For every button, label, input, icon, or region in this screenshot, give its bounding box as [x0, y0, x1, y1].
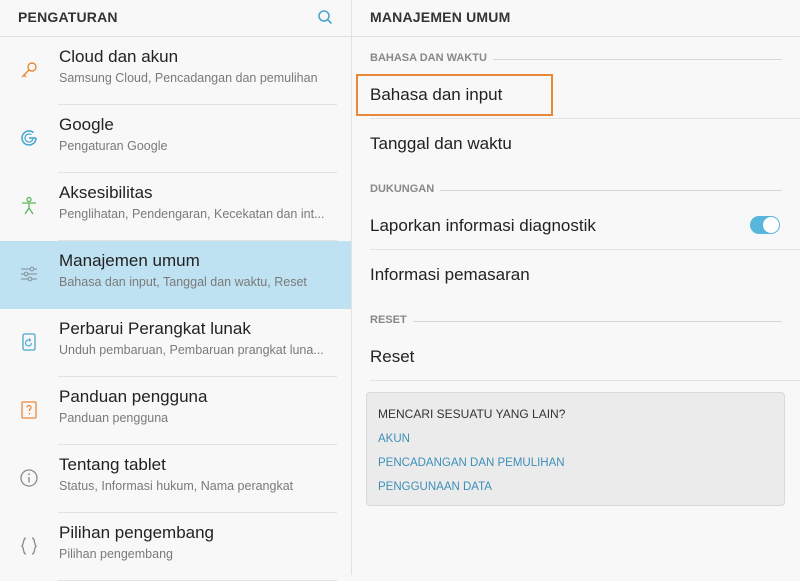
settings-menu-list: Cloud dan akun Samsung Cloud, Pencadanga… — [0, 37, 351, 581]
section-label: RESET — [370, 314, 413, 326]
settings-header: PENGATURAN — [0, 0, 351, 37]
key-icon — [21, 62, 37, 78]
search-icon[interactable] — [314, 6, 336, 28]
language-input-item[interactable]: Bahasa dan input — [370, 71, 800, 119]
menu-item-general-management[interactable]: Manajemen umum Bahasa dan input, Tanggal… — [0, 241, 351, 309]
report-diagnostic-item[interactable]: Laporkan informasi diagnostik — [370, 202, 800, 250]
info-icon — [20, 469, 38, 487]
menu-item-user-guide[interactable]: Panduan pengguna Panduan pengguna — [0, 377, 351, 445]
menu-item-label: Google — [59, 115, 114, 134]
settings-menu-panel: PENGATURAN Cloud dan akun Samsung Cloud,… — [0, 0, 351, 581]
diagnostic-toggle[interactable] — [750, 216, 780, 234]
menu-item-sublabel: Panduan pengguna — [59, 411, 169, 425]
menu-item-label: Perbarui Perangkat lunak — [59, 319, 251, 338]
reset-item[interactable]: Reset — [370, 333, 800, 381]
section-language-time: BAHASA DAN WAKTU — [370, 52, 782, 66]
menu-item-label: Cloud dan akun — [59, 47, 179, 66]
divider — [370, 118, 800, 119]
section-label: BAHASA DAN WAKTU — [370, 52, 493, 64]
section-support: DUKUNGAN — [370, 183, 782, 197]
menu-item-sublabel: Samsung Cloud, Pencadangan dan pemulihan — [59, 71, 318, 85]
menu-item-sublabel: Bahasa dan input, Tanggal dan waktu, Res… — [59, 275, 307, 289]
menu-item-label: Pilihan pengembang — [59, 523, 215, 542]
item-label: Bahasa dan input — [370, 85, 503, 104]
general-management-header: MANAJEMEN UMUM — [352, 0, 800, 37]
menu-item-sublabel: Pengaturan Google — [59, 139, 168, 153]
help-book-icon — [21, 401, 37, 419]
software-update-icon — [22, 333, 36, 351]
menu-item-label: Aksesibilitas — [59, 183, 153, 202]
divider — [370, 380, 800, 381]
menu-item-label: Manajemen umum — [59, 251, 200, 270]
item-label: Tanggal dan waktu — [370, 134, 512, 153]
menu-item-label: Panduan pengguna — [59, 387, 208, 406]
menu-item-label: Tentang tablet — [59, 455, 166, 474]
braces-icon — [21, 537, 37, 555]
google-icon — [21, 130, 37, 146]
menu-item-sublabel: Unduh pembaruan, Pembaruan prangkat luna… — [59, 343, 324, 357]
link-accounts[interactable]: AKUN — [378, 433, 410, 445]
menu-item-google[interactable]: Google Pengaturan Google — [0, 105, 351, 173]
menu-item-accessibility[interactable]: Aksesibilitas Penglihatan, Pendengaran, … — [0, 173, 351, 241]
section-reset: RESET — [370, 314, 782, 328]
menu-item-developer-options[interactable]: Pilihan pengembang Pilihan pengembang — [0, 513, 351, 581]
menu-item-about-tablet[interactable]: Tentang tablet Status, Informasi hukum, … — [0, 445, 351, 513]
date-time-item[interactable]: Tanggal dan waktu — [370, 120, 782, 168]
menu-item-sublabel: Pilihan pengembang — [59, 547, 173, 561]
sliders-icon — [21, 266, 37, 282]
link-backup-restore[interactable]: PENCADANGAN DAN PEMULIHAN — [378, 457, 565, 469]
section-label: DUKUNGAN — [370, 183, 441, 195]
item-label: Reset — [370, 347, 415, 366]
menu-item-sublabel: Penglihatan, Pendengaran, Kecekatan dan … — [59, 207, 325, 221]
suggestions-box: MENCARI SESUATU YANG LAIN? AKUN PENCADAN… — [366, 392, 785, 506]
marketing-info-item[interactable]: Informasi pemasaran — [370, 251, 782, 299]
section-rule — [370, 321, 782, 322]
menu-item-sublabel: Status, Informasi hukum, Nama perangkat — [59, 479, 294, 493]
page-title: MANAJEMEN UMUM — [370, 9, 511, 25]
link-data-usage[interactable]: PENGGUNAAN DATA — [378, 481, 492, 493]
settings-title: PENGATURAN — [18, 9, 118, 25]
suggestions-question: MENCARI SESUATU YANG LAIN? — [378, 407, 566, 421]
accessibility-icon — [22, 196, 36, 215]
menu-item-cloud-accounts[interactable]: Cloud dan akun Samsung Cloud, Pencadanga… — [0, 37, 351, 105]
divider — [370, 249, 800, 250]
menu-item-software-update[interactable]: Perbarui Perangkat lunak Unduh pembaruan… — [0, 309, 351, 377]
toggle-knob — [763, 217, 779, 233]
item-label: Laporkan informasi diagnostik — [370, 216, 596, 235]
item-label: Informasi pemasaran — [370, 265, 530, 284]
